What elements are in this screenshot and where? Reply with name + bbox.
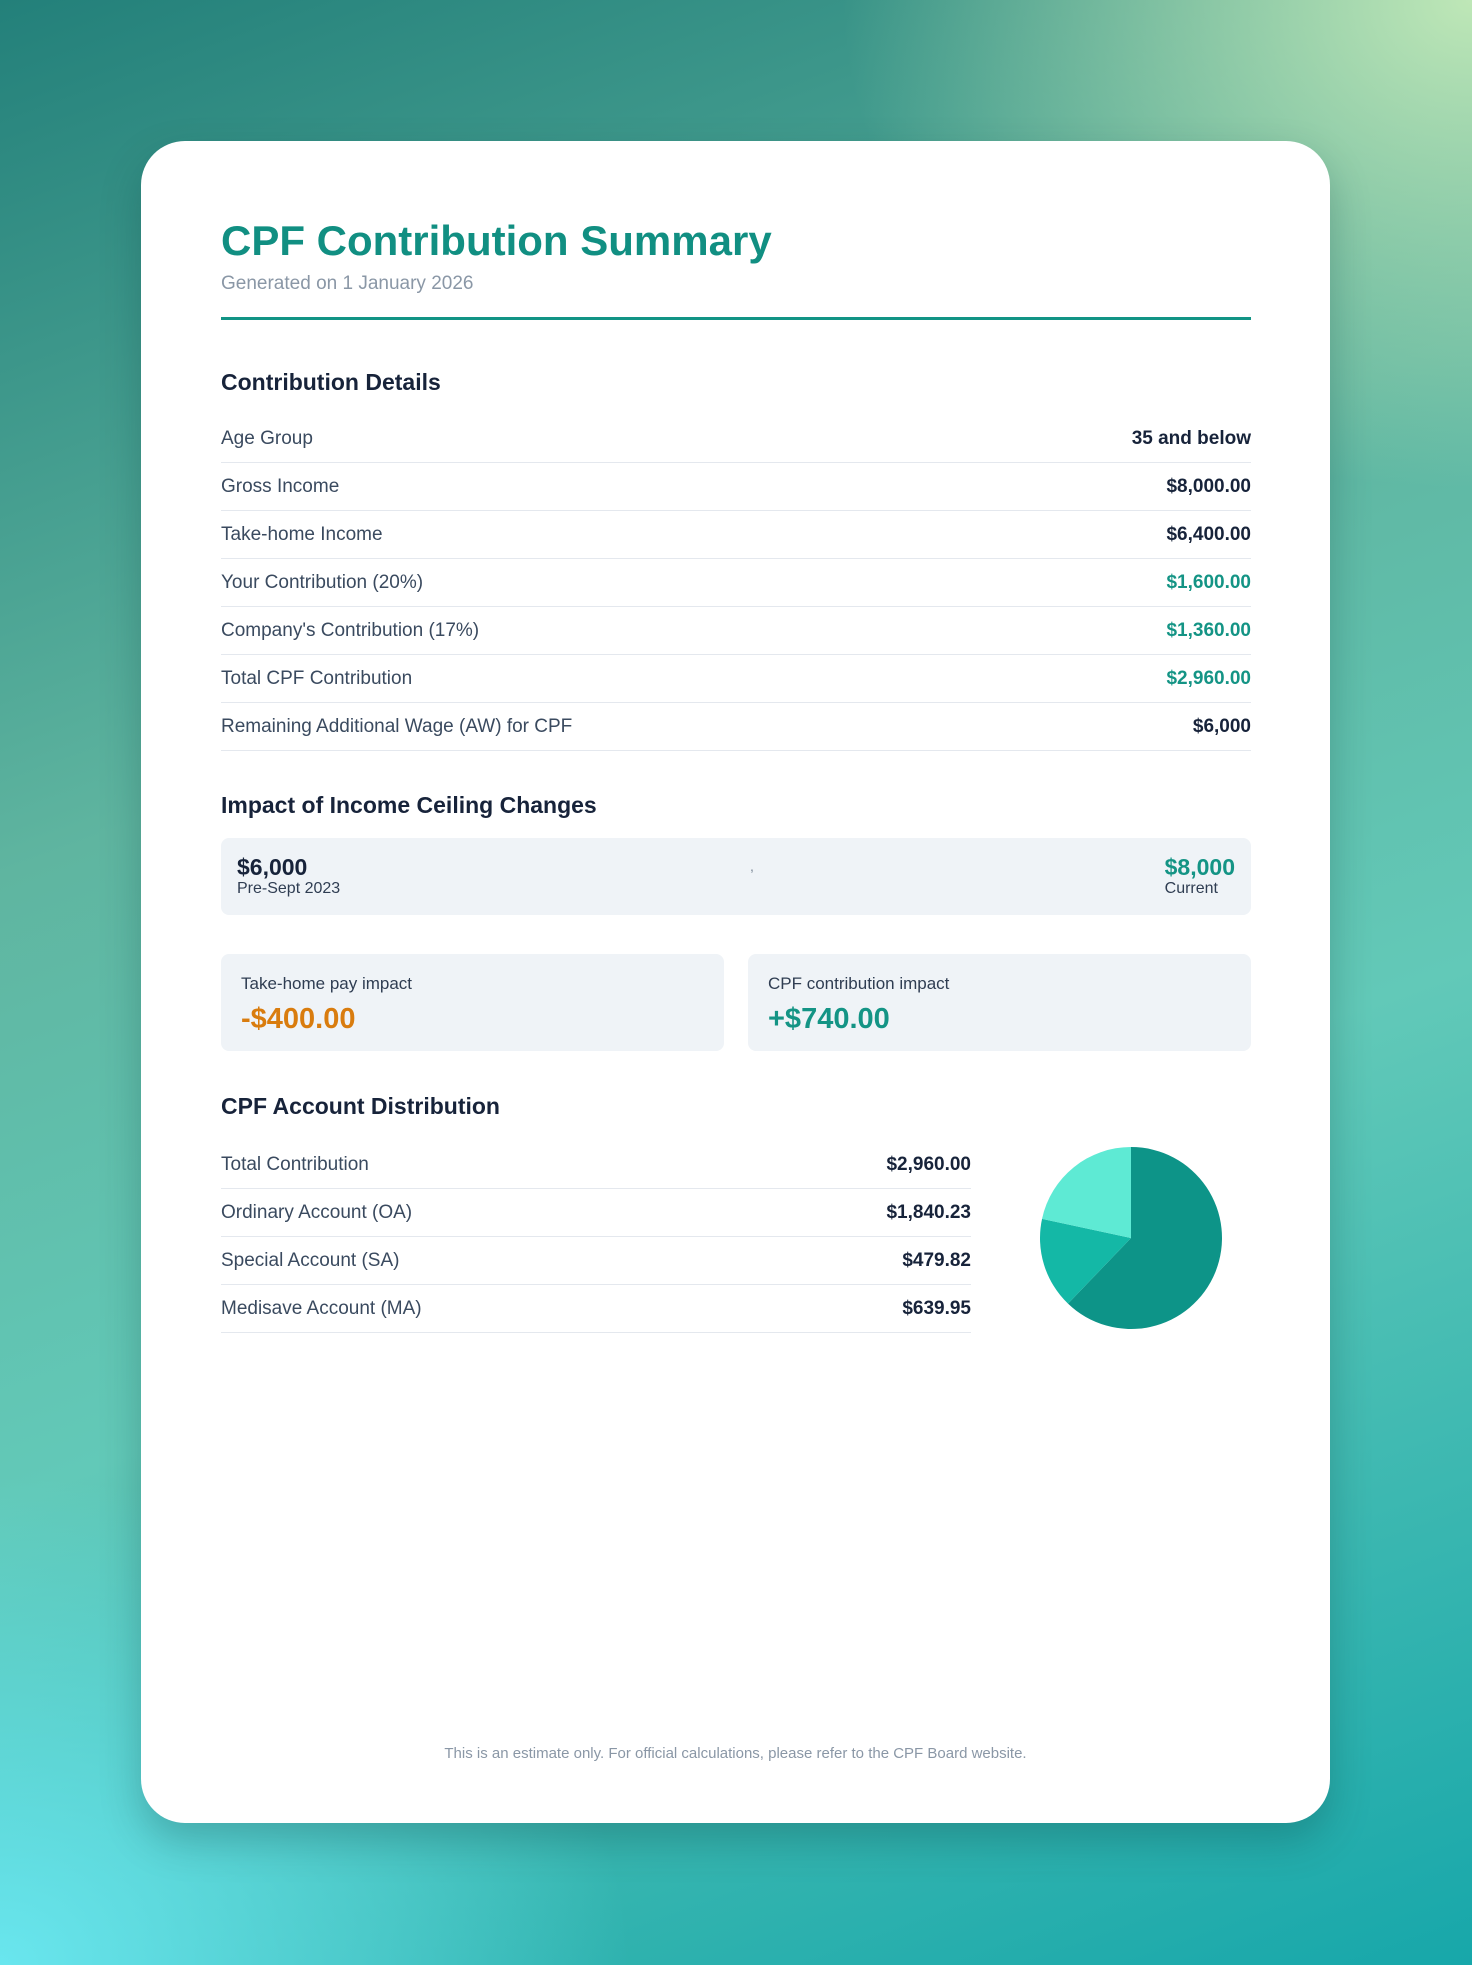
- distribution-label: Ordinary Account (OA): [221, 1201, 413, 1223]
- distribution-row-oa: Ordinary Account (OA) $1,840.23: [221, 1189, 971, 1237]
- detail-row-take-home: Take-home Income $6,400.00: [221, 511, 1251, 559]
- cpf-impact-label: CPF contribution impact: [768, 974, 950, 993]
- cpf-impact-value: +$740.00: [768, 1003, 890, 1035]
- distribution-label: Medisave Account (MA): [221, 1297, 422, 1319]
- takehome-impact-label: Take-home pay impact: [241, 974, 413, 993]
- detail-label: Remaining Additional Wage (AW) for CPF: [221, 715, 573, 737]
- distribution-value: $1,840.23: [886, 1201, 971, 1223]
- detail-row-company-contribution: Company's Contribution (17%) $1,360.00: [221, 607, 1251, 655]
- distribution-list: Total Contribution $2,960.00 Ordinary Ac…: [221, 1141, 971, 1333]
- distribution-label: Total Contribution: [221, 1153, 369, 1175]
- distribution-value: $639.95: [902, 1297, 971, 1319]
- detail-row-your-contribution: Your Contribution (20%) $1,600.00: [221, 559, 1251, 607]
- detail-value: $6,000: [1192, 715, 1251, 737]
- cpf-impact-card: CPF contribution impact +$740.00: [748, 954, 1251, 1051]
- detail-value: $6,400.00: [1166, 523, 1251, 545]
- distribution-heading: CPF Account Distribution: [221, 1093, 500, 1119]
- contribution-details-heading: Contribution Details: [221, 369, 441, 395]
- distribution-row-total: Total Contribution $2,960.00: [221, 1141, 971, 1189]
- detail-label: Gross Income: [221, 475, 340, 497]
- distribution-pie-chart: [1040, 1147, 1222, 1329]
- distribution-row-sa: Special Account (SA) $479.82: [221, 1237, 971, 1285]
- disclaimer: This is an estimate only. For official c…: [444, 1745, 1027, 1762]
- distribution-value: $2,960.00: [886, 1153, 971, 1175]
- distribution-label: Special Account (SA): [221, 1249, 400, 1271]
- detail-row-age-group: Age Group 35 and below: [221, 415, 1251, 463]
- previous-ceiling: $6,000 Pre-Sept 2023: [237, 854, 340, 898]
- detail-label: Your Contribution (20%): [221, 571, 424, 593]
- detail-row-total-cpf: Total CPF Contribution $2,960.00: [221, 655, 1251, 703]
- distribution-row-ma: Medisave Account (MA) $639.95: [221, 1285, 971, 1333]
- detail-value: 35 and below: [1131, 427, 1251, 449]
- income-ceiling-comparison: $6,000 Pre-Sept 2023 , $8,000 Current: [221, 838, 1251, 915]
- takehome-impact-card: Take-home pay impact -$400.00: [221, 954, 724, 1051]
- detail-value: $2,960.00: [1166, 667, 1251, 689]
- page-title: CPF Contribution Summary: [221, 217, 772, 264]
- header-divider: [221, 317, 1251, 320]
- current-ceiling-amount: $8,000: [1164, 854, 1235, 880]
- generated-date: Generated on 1 January 2026: [221, 273, 474, 294]
- summary-card: CPF Contribution Summary Generated on 1 …: [141, 141, 1330, 1823]
- income-ceiling-heading: Impact of Income Ceiling Changes: [221, 792, 597, 818]
- current-ceiling: $8,000 Current: [1165, 854, 1235, 898]
- detail-value: $1,600.00: [1166, 571, 1251, 593]
- detail-label: Take-home Income: [221, 523, 383, 545]
- detail-value: $1,360.00: [1166, 619, 1251, 641]
- detail-label: Age Group: [221, 427, 313, 449]
- contribution-details-list: Age Group 35 and below Gross Income $8,0…: [221, 415, 1251, 751]
- detail-row-gross-income: Gross Income $8,000.00: [221, 463, 1251, 511]
- previous-ceiling-label: Pre-Sept 2023: [237, 880, 341, 897]
- previous-ceiling-amount: $6,000: [237, 854, 308, 880]
- detail-label: Total CPF Contribution: [221, 667, 413, 689]
- ceiling-separator: ,: [750, 858, 754, 874]
- distribution-value: $479.82: [902, 1249, 971, 1271]
- detail-label: Company's Contribution (17%): [221, 619, 480, 641]
- takehome-impact-value: -$400.00: [241, 1003, 356, 1035]
- current-ceiling-label: Current: [1164, 880, 1218, 897]
- detail-row-remaining-aw: Remaining Additional Wage (AW) for CPF $…: [221, 703, 1251, 751]
- detail-value: $8,000.00: [1166, 475, 1251, 497]
